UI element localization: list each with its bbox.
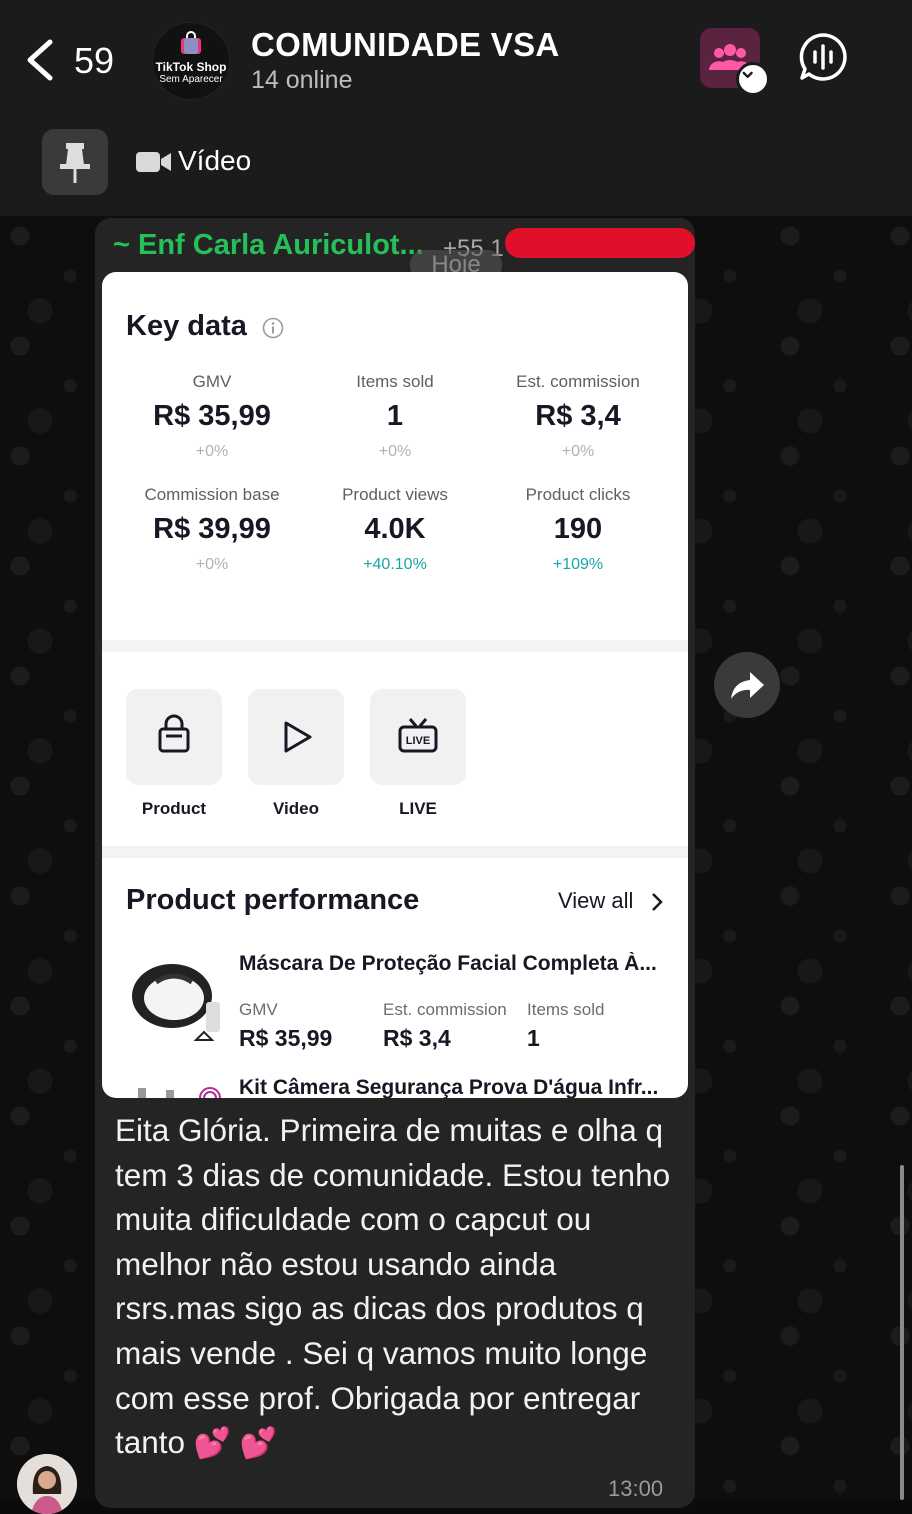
group-title[interactable]: COMUNIDADE VSA	[251, 26, 560, 64]
section-divider	[102, 846, 688, 858]
metric-value: R$ 39,99	[153, 513, 271, 545]
back-chevron-icon[interactable]	[22, 36, 62, 84]
metric-value: 4.0K	[364, 513, 426, 545]
pin-button[interactable]	[42, 129, 108, 195]
play-icon	[284, 721, 312, 753]
online-count: 14 online	[251, 66, 353, 94]
pinned-message-label: Vídeo	[178, 145, 252, 176]
product-performance-title: Product performance	[126, 884, 420, 916]
video-tile-label: Video	[273, 799, 319, 818]
metric-label: Product clicks	[525, 485, 631, 504]
sender-avatar[interactable]	[17, 1454, 77, 1514]
product-items-sold: Items sold 1	[527, 1000, 604, 1052]
metric-product-clicks: Product clicks 190 +109%	[483, 485, 673, 574]
metric-change: +0%	[378, 443, 412, 460]
pin-icon	[60, 143, 90, 183]
metric-value: 190	[553, 513, 603, 545]
metric-value: R$ 3,4	[535, 400, 621, 432]
chevron-right-icon	[652, 893, 663, 911]
members-dropdown-badge[interactable]	[736, 62, 770, 96]
voice-chat-icon[interactable]	[798, 32, 848, 82]
live-tv-icon: LIVE	[398, 718, 438, 753]
product-name: Máscara De Proteção Facial Completa À...	[239, 952, 657, 975]
unread-count[interactable]: 59	[74, 40, 114, 82]
product-name: Kit Câmera Segurança Prova D'água Infr..…	[239, 1076, 659, 1098]
avatar-text-line1: TikTok Shop	[155, 60, 227, 74]
product-commission-label: Est. commission	[383, 1000, 507, 1019]
metric-change: +0%	[561, 443, 595, 460]
metric-change: +0%	[195, 443, 229, 460]
video-tile	[248, 689, 344, 785]
avatar-text-line2: Sem Aparecer	[159, 74, 223, 85]
product-commission-value: R$ 3,4	[383, 1025, 451, 1051]
metric-commission-base: Commission base R$ 39,99 +0%	[117, 485, 307, 574]
person-photo-icon	[17, 1454, 77, 1514]
shared-screenshot[interactable]: Key data GMV R$ 35,99 +0% Items sold 1 +…	[102, 272, 688, 1098]
metric-label: Items sold	[356, 372, 434, 391]
video-camera-icon	[136, 152, 171, 172]
metric-value: 1	[386, 400, 404, 432]
metric-change: +0%	[195, 556, 229, 573]
message-body: Eita Glória. Primeira de muitas e olha q…	[115, 1112, 671, 1461]
live-tile: LIVE	[370, 689, 466, 785]
live-tile-label: LIVE	[399, 799, 437, 818]
metric-change: +109%	[552, 556, 604, 573]
section-divider	[102, 640, 688, 652]
heart-emojis: 💕 💕	[193, 1427, 277, 1461]
product-gmv-label: GMV	[239, 1000, 278, 1019]
product-commission: Est. commission R$ 3,4	[383, 1000, 507, 1052]
view-all-link: View all	[558, 888, 634, 913]
shopping-bag-icon	[158, 714, 190, 753]
tiktok-bag-icon	[181, 31, 201, 54]
product-tile	[126, 689, 222, 785]
redaction-bar	[505, 228, 695, 258]
forward-button[interactable]	[714, 652, 780, 718]
message-text: Eita Glória. Primeira de muitas e olha q…	[115, 1108, 685, 1467]
product-gmv: GMV R$ 35,99	[239, 1000, 332, 1052]
product-gmv-value: R$ 35,99	[239, 1025, 333, 1051]
forward-arrow-icon	[731, 672, 764, 699]
metric-label: Commission base	[144, 485, 280, 504]
product-tile-label: Product	[141, 799, 207, 818]
group-avatar[interactable]: TikTok Shop Sem Aparecer	[152, 22, 230, 100]
camera-kit-product-image	[138, 1087, 221, 1098]
metric-est-commission: Est. commission R$ 3,4 +0%	[483, 372, 673, 461]
svg-text:LIVE: LIVE	[406, 735, 430, 747]
key-data-title: Key data	[126, 310, 247, 342]
metric-change: +40.10%	[363, 556, 427, 573]
chevron-down-icon	[742, 71, 753, 78]
face-shield-product-image	[132, 964, 220, 1041]
info-icon	[262, 317, 284, 339]
metric-gmv: GMV R$ 35,99 +0%	[117, 372, 307, 461]
product-items-label: Items sold	[527, 1000, 605, 1019]
metric-label: GMV	[192, 372, 232, 391]
metric-items-sold: Items sold 1 +0%	[300, 372, 490, 461]
product-items-value: 1	[527, 1025, 540, 1051]
scrollbar[interactable]	[900, 1165, 904, 1500]
metric-label: Est. commission	[516, 372, 640, 391]
message-time: 13:00	[608, 1476, 664, 1501]
metric-label: Product views	[342, 485, 448, 504]
metric-value: R$ 35,99	[153, 400, 271, 432]
metric-product-views: Product views 4.0K +40.10%	[300, 485, 490, 574]
sender-name[interactable]: ~ Enf Carla Auriculot...	[113, 229, 424, 262]
